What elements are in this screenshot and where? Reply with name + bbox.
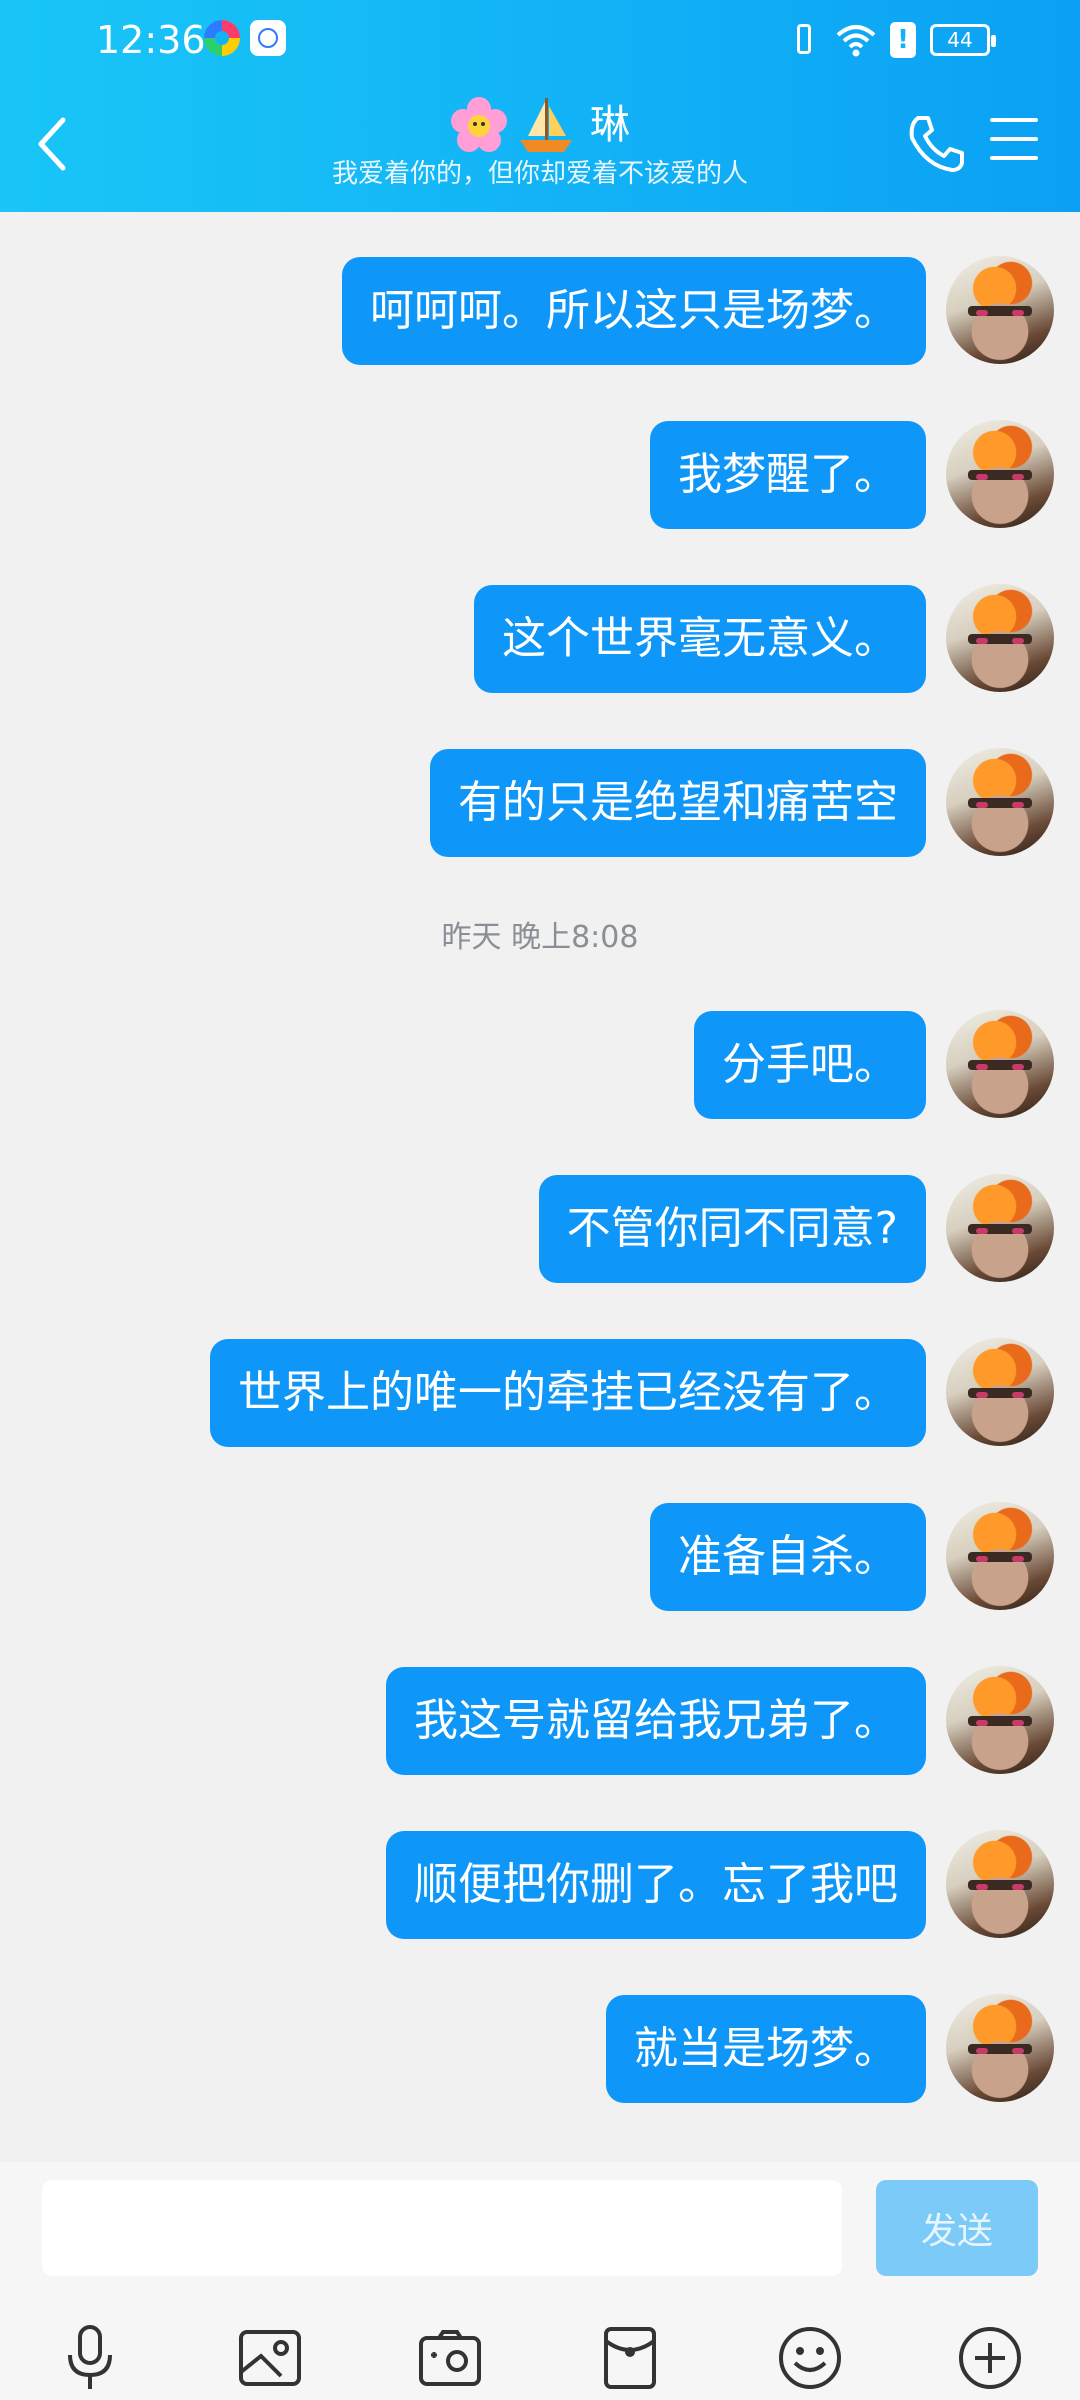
avatar[interactable]	[946, 420, 1054, 528]
avatar[interactable]	[946, 256, 1054, 364]
message-bubble[interactable]: 不管你同不同意?	[538, 1175, 926, 1283]
call-button[interactable]	[904, 112, 968, 176]
vibrate-icon	[788, 22, 822, 58]
message-row: 呵呵呵。所以这只是场梦。	[0, 256, 1080, 366]
avatar[interactable]	[946, 1502, 1054, 1610]
menu-icon	[990, 118, 1038, 122]
message-bubble[interactable]: 准备自杀。	[650, 1503, 926, 1611]
message-list[interactable]: 呵呵呵。所以这只是场梦。 我梦醒了。 这个世界毫无意义。 有的只是绝望和痛苦空 …	[0, 212, 1080, 2162]
alert-icon: !	[890, 22, 916, 58]
message-bubble[interactable]: 顺便把你删了。忘了我吧	[386, 1831, 926, 1939]
message-bubble[interactable]: 呵呵呵。所以这只是场梦。	[342, 257, 926, 365]
message-input[interactable]	[42, 2180, 842, 2276]
message-row: 有的只是绝望和痛苦空	[0, 748, 1080, 858]
avatar[interactable]	[946, 1338, 1054, 1446]
emoji-icon[interactable]	[774, 2322, 846, 2394]
sailboat-emoji-icon	[520, 98, 572, 152]
status-indicators: ! 44	[788, 14, 996, 66]
avatar[interactable]	[946, 748, 1054, 856]
message-row: 世界上的唯一的牵挂已经没有了。	[0, 1338, 1080, 1448]
avatar[interactable]	[946, 1010, 1054, 1118]
message-row: 不管你同不同意?	[0, 1174, 1080, 1284]
message-row: 准备自杀。	[0, 1502, 1080, 1612]
avatar[interactable]	[946, 584, 1054, 692]
message-row: 分手吧。	[0, 1010, 1080, 1120]
flower-emoji-icon	[451, 97, 507, 152]
contact-name: 琳	[590, 102, 630, 148]
chat-header: 12:36 ! 44 琳 我爱着你的，但你却爱着不该爱的人	[0, 0, 1080, 212]
camera-icon[interactable]	[414, 2322, 486, 2394]
send-button[interactable]: 发送	[876, 2180, 1038, 2276]
phone-icon	[909, 116, 964, 172]
message-row: 我这号就留给我兄弟了。	[0, 1666, 1080, 1776]
message-bubble[interactable]: 世界上的唯一的牵挂已经没有了。	[210, 1339, 926, 1447]
message-bubble[interactable]: 分手吧。	[694, 1011, 926, 1119]
avatar[interactable]	[946, 1666, 1054, 1774]
avatar[interactable]	[946, 1830, 1054, 1938]
message-row: 这个世界毫无意义。	[0, 584, 1080, 694]
browser-notification-icon	[250, 20, 286, 56]
message-row: 顺便把你删了。忘了我吧	[0, 1830, 1080, 1940]
avatar[interactable]	[946, 1174, 1054, 1282]
status-time: 12:36	[96, 18, 206, 62]
message-bubble[interactable]: 这个世界毫无意义。	[474, 585, 926, 693]
message-bubble[interactable]: 我这号就留给我兄弟了。	[386, 1667, 926, 1775]
menu-button[interactable]	[990, 118, 1038, 170]
input-area: 发送	[0, 2162, 1080, 2400]
avatar[interactable]	[946, 1994, 1054, 2102]
plus-icon[interactable]	[954, 2322, 1026, 2394]
red-packet-icon[interactable]	[594, 2322, 666, 2394]
message-row: 我梦醒了。	[0, 420, 1080, 530]
app-notification-icon	[204, 20, 240, 56]
message-bubble[interactable]: 就当是场梦。	[606, 1995, 926, 2103]
wifi-icon	[836, 25, 876, 57]
message-timestamp: 昨天 晚上8:08	[441, 920, 639, 955]
message-bubble[interactable]: 我梦醒了。	[650, 421, 926, 529]
battery-indicator: 44	[930, 24, 996, 56]
message-bubble[interactable]: 有的只是绝望和痛苦空	[430, 749, 926, 857]
microphone-icon[interactable]	[54, 2322, 126, 2394]
message-row: 就当是场梦。	[0, 1994, 1080, 2104]
image-icon[interactable]	[234, 2322, 306, 2394]
